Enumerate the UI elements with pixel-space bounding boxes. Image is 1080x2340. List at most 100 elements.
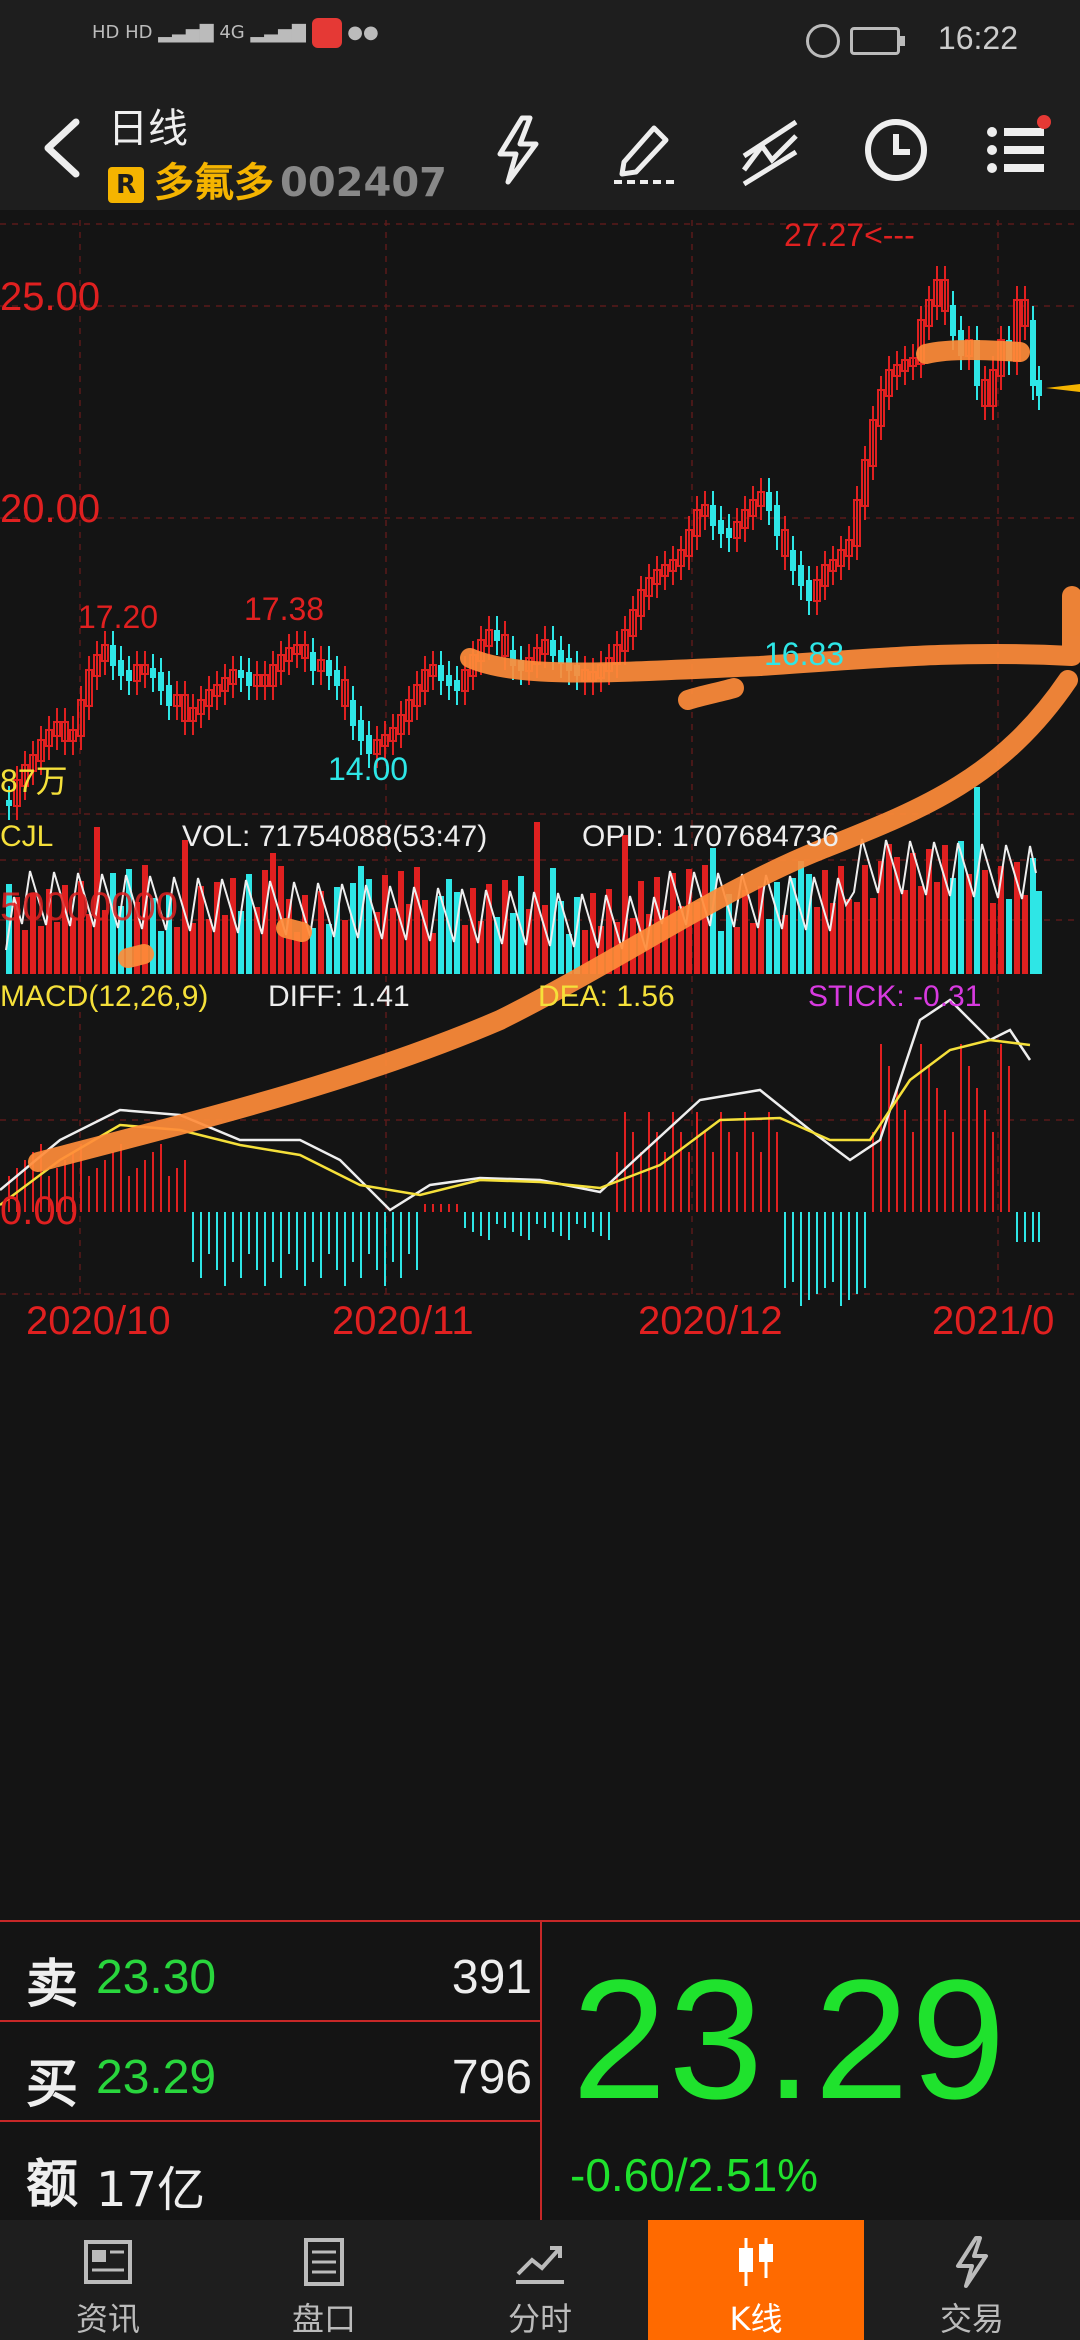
annotation-17-38: 17.38 [244,591,324,627]
volume-bar [1006,899,1012,974]
volume-bar [814,907,820,974]
volume-bar [158,931,164,974]
mark-mid [678,678,744,710]
bottom-nav: 资讯 盘口 分时 K线 交易 [0,2220,1080,2340]
macd-diff: DIFF: 1.41 [268,980,410,1013]
high-annotation: 27.27<--- [784,217,915,253]
candle-down [1036,380,1042,396]
price-label-25: 25.00 [0,275,100,319]
nav-intraday[interactable]: 分时 [432,2220,648,2340]
candle-down [718,520,724,534]
volume-bar [734,927,740,974]
last-price: 23.29 [572,1945,1008,2135]
volume-bar [198,886,204,974]
volume-bar [1022,895,1028,974]
header: 日线 R 多氟多 002407 [0,80,1080,210]
vol-axis-label: 50000000 [0,885,178,929]
amount-label: 额 [26,2155,79,2215]
volume-bar [222,915,228,974]
price-label-20: 20.00 [0,487,100,531]
volume-bar [718,931,724,974]
margin-badge: R [108,167,144,203]
volume-bar [846,899,852,974]
x-label-2021: 2021/0 [932,1299,1054,1343]
volume-bar [22,930,28,974]
network-label: 4G [219,22,245,43]
buy-row[interactable]: 买 23.29 796 [0,2022,540,2122]
macd-stick: STICK: -0.31 [808,980,981,1013]
intraday-icon [516,2246,564,2284]
back-icon[interactable] [28,108,98,188]
candle-down [1030,320,1036,386]
volume-bar [870,898,876,974]
nav-trade-label: 交易 [939,2300,1004,2338]
candle-down [550,640,556,656]
kline-chart[interactable]: 25.00 20.00 27.27<--- 17.20 17.38 14.00 … [0,210,1080,1920]
status-bar: HD HD ▂▃▅▇ 4G ▂▃▅▇ ●● 16:22 [0,0,1080,80]
alarm-icon [806,24,840,58]
signal-bars-icon: ▂▃▅▇ [250,22,312,43]
volume-bar [462,925,468,974]
mark-left1 [118,944,154,968]
lightning-icon[interactable] [478,110,558,190]
period-title: 日线 [108,106,188,152]
candle-down [310,652,316,671]
orderbook-icon [304,2238,344,2286]
candle-down [166,685,172,706]
drawing-tool-icon[interactable] [730,110,810,190]
macd-dea: DEA: 1.56 [538,980,675,1013]
nav-orderbook[interactable]: 盘口 [216,2220,432,2340]
volume-bar [390,908,396,974]
volume-bar [918,886,924,974]
volume-bar [854,902,860,974]
candle-down [326,660,332,676]
volume-bar [750,923,756,974]
x-label-2020-12: 2020/12 [638,1299,783,1343]
nav-kline[interactable]: K线 [648,2220,864,2340]
chart-canvas[interactable]: 25.00 20.00 27.27<--- 17.20 17.38 14.00 … [0,210,1080,1920]
vol-value: VOL: 71754088(53:47) [182,820,487,853]
volume-bar [742,890,748,974]
nav-news[interactable]: 资讯 [0,2220,216,2340]
buy-qty: 796 [451,2051,532,2104]
volume-bar [1036,891,1042,974]
pen-icon[interactable] [604,110,684,190]
candle-down [790,550,796,571]
volume-bar [206,919,212,974]
volume-bar [326,924,332,974]
volume-bar [38,926,44,974]
volume-bar [934,882,940,974]
stock-name: 多氟多 [154,160,274,206]
candle-down [118,660,124,676]
x-label-2020-10: 2020/10 [26,1299,171,1343]
candle-down [358,720,364,741]
candle-down [246,672,252,686]
candle-down [766,492,772,511]
amount-row: 额 17亿 [0,2122,540,2220]
annotation-volume-87: 87万 [0,763,68,799]
volume-bar [774,882,780,974]
candle-down [334,670,340,686]
volume-bar [342,920,348,974]
candle-down [6,800,12,806]
sell-row[interactable]: 卖 23.30 391 [0,1922,540,2022]
nav-news-label: 资讯 [75,2300,140,2338]
stock-code: 002407 [280,160,447,206]
macd-zero-label: 0.00 [0,1189,78,1233]
candle-down [806,580,812,601]
candle-down [110,645,116,666]
volume-bar [886,844,892,974]
mark-left2 [276,918,312,942]
app-notification-icon [311,18,342,48]
nav-trade[interactable]: 交易 [864,2220,1080,2340]
volume-bar [766,919,772,974]
annotation-14-00: 14.00 [328,751,408,787]
buy-label: 买 [26,2055,79,2115]
candle-down [950,305,956,336]
candle-down [774,505,780,536]
clock-icon[interactable] [856,110,936,190]
menu-icon[interactable] [978,110,1058,190]
nav-kline-label: K线 [729,2300,783,2338]
sell-price: 23.30 [96,1951,217,2004]
volume-bar [942,845,948,974]
